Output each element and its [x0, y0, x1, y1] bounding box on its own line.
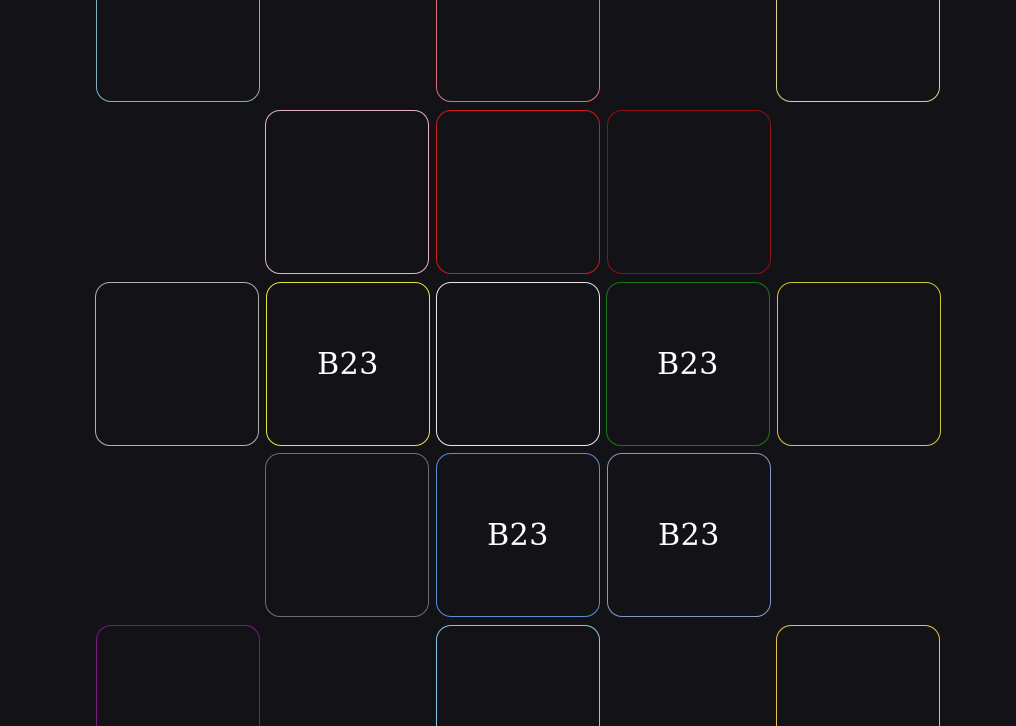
tile-r3c2[interactable]: B23	[436, 453, 600, 617]
tile-label: B23	[317, 346, 379, 382]
tile-r3c3[interactable]: B23	[607, 453, 771, 617]
tile-r2c4[interactable]	[777, 282, 941, 446]
tile-r2c1[interactable]: B23	[266, 282, 430, 446]
tile-r0c0[interactable]	[96, 0, 260, 102]
tile-r1c2[interactable]	[436, 110, 600, 274]
tile-label: B23	[658, 517, 720, 553]
tile-label: B23	[487, 517, 549, 553]
tile-r0c4[interactable]	[776, 0, 940, 102]
tile-r1c3[interactable]	[607, 110, 771, 274]
tile-r4c2[interactable]	[436, 625, 600, 726]
tile-r1c1[interactable]	[265, 110, 429, 274]
tile-r0c2[interactable]	[436, 0, 600, 102]
tile-r4c0[interactable]	[96, 625, 260, 726]
tile-r2c3[interactable]: B23	[606, 282, 770, 446]
game-board: B23 B23 B23 B23	[0, 0, 1016, 726]
tile-r4c4[interactable]	[776, 625, 940, 726]
tile-r2c0[interactable]	[95, 282, 259, 446]
tile-r2c2[interactable]	[436, 282, 600, 446]
tile-r3c1[interactable]	[265, 453, 429, 617]
tile-label: B23	[657, 346, 719, 382]
